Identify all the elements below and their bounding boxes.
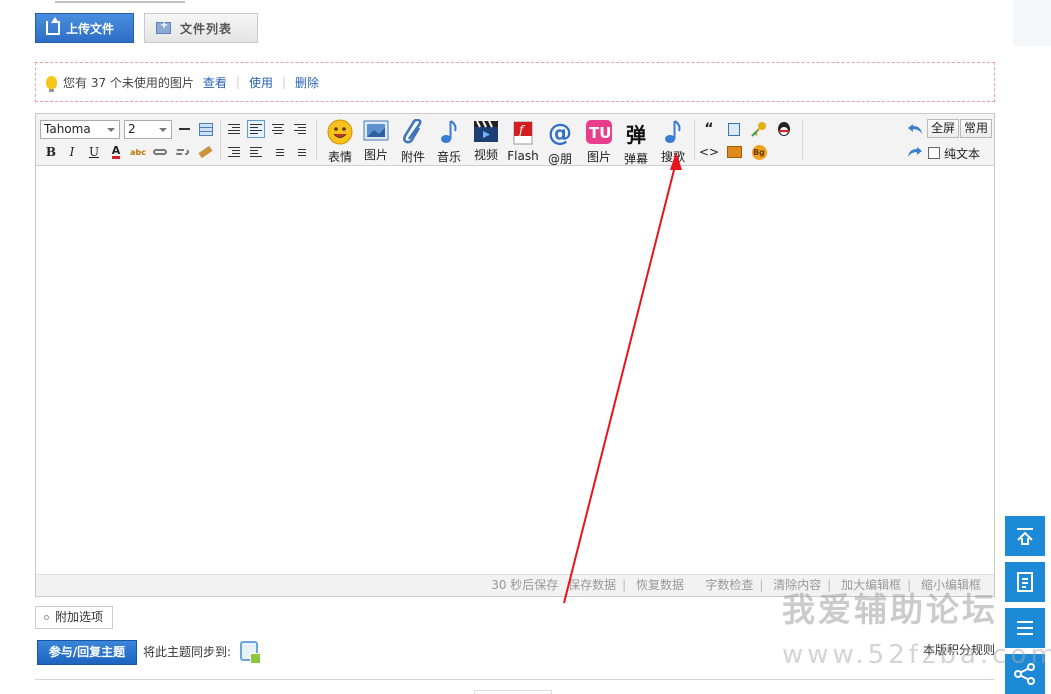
plain-text-checkbox[interactable] bbox=[928, 147, 940, 159]
flash-button[interactable]: f Flash bbox=[505, 119, 541, 163]
clapperboard-icon bbox=[472, 119, 500, 143]
link-icon[interactable] bbox=[151, 143, 169, 161]
common-button[interactable]: 常用 bbox=[960, 119, 993, 138]
use-link[interactable]: 使用 bbox=[243, 74, 279, 91]
reply-submit-button[interactable]: 参与/回复主题 bbox=[37, 640, 137, 665]
background-icon[interactable]: Bg bbox=[750, 143, 768, 161]
delete-link[interactable]: 删除 bbox=[289, 74, 325, 91]
table-icon[interactable] bbox=[197, 120, 215, 138]
bottom-fragment bbox=[474, 690, 552, 694]
mention-friend-button[interactable]: @ @朋 bbox=[542, 119, 578, 166]
additional-options-button[interactable]: 附加选项 bbox=[35, 606, 113, 629]
font-family-select[interactable]: Tahoma bbox=[40, 120, 120, 139]
save-data-link[interactable]: 保存数据 bbox=[565, 578, 619, 592]
top-fragment bbox=[0, 0, 1051, 6]
align-right-icon[interactable] bbox=[291, 120, 309, 138]
unordered-list-icon[interactable] bbox=[291, 143, 309, 161]
key-icon[interactable] bbox=[750, 120, 768, 138]
search-song-button[interactable]: 搜歌 bbox=[655, 119, 691, 164]
document-icon bbox=[1017, 572, 1033, 592]
menu-icon bbox=[1017, 621, 1033, 635]
view-link[interactable]: 查看 bbox=[197, 74, 233, 91]
lightbulb-icon bbox=[46, 75, 57, 92]
quote-icon[interactable]: “ bbox=[700, 120, 718, 138]
emoticon-button[interactable]: 表情 bbox=[322, 119, 358, 164]
float-image-left-icon[interactable] bbox=[225, 143, 243, 161]
music-note-icon bbox=[659, 119, 687, 145]
restore-data-link[interactable]: 恢复数据 bbox=[633, 578, 687, 592]
watermark-title: 我爱辅助论坛 bbox=[782, 590, 998, 629]
unused-images-notice: 您有 37 个未使用的图片 查看 | 使用 | 删除 bbox=[35, 62, 995, 102]
sync-label: 将此主题同步到: bbox=[143, 645, 232, 659]
align-left-icon[interactable] bbox=[247, 120, 265, 138]
danmaku-button[interactable]: 弹 弹幕 bbox=[618, 119, 654, 167]
tu-logo-icon: TU bbox=[585, 119, 613, 145]
quick-reply-button[interactable] bbox=[1005, 562, 1045, 602]
top-right-fragment bbox=[1013, 0, 1051, 46]
autosave-text: 30 秒后保存 bbox=[491, 578, 559, 592]
float-image-right-icon[interactable] bbox=[247, 143, 265, 161]
danmaku-icon: 弹 bbox=[626, 122, 646, 147]
hide-content-icon[interactable] bbox=[725, 143, 743, 161]
file-list-label: 文件列表 bbox=[180, 21, 233, 36]
tu-image-button[interactable]: TU 图片 bbox=[581, 119, 617, 164]
music-button[interactable]: 音乐 bbox=[431, 119, 467, 164]
horizontal-rule-icon[interactable] bbox=[175, 120, 193, 138]
at-sign-icon: @ bbox=[548, 119, 572, 147]
font-size-select[interactable]: 2 bbox=[124, 120, 172, 139]
paperclip-icon bbox=[399, 119, 427, 145]
arrow-up-icon bbox=[1017, 528, 1033, 545]
sync-platform-icon[interactable] bbox=[240, 641, 261, 664]
editor-textarea[interactable] bbox=[36, 167, 994, 575]
folder-icon bbox=[156, 20, 171, 34]
music-note-icon bbox=[435, 119, 463, 145]
underline-button[interactable]: U bbox=[85, 143, 103, 161]
undo-icon[interactable] bbox=[906, 120, 924, 138]
attachment-button[interactable]: 附件 bbox=[395, 119, 431, 164]
align-center-icon[interactable] bbox=[269, 120, 287, 138]
bullet-icon bbox=[44, 615, 49, 620]
clear-format-icon[interactable] bbox=[196, 143, 214, 161]
image-button[interactable]: 图片 bbox=[358, 119, 394, 163]
bold-button[interactable]: B bbox=[42, 143, 60, 161]
upload-file-label: 上传文件 bbox=[66, 21, 115, 36]
notice-text: 您有 37 个未使用的图片 bbox=[63, 75, 194, 90]
qq-icon[interactable] bbox=[775, 120, 793, 138]
plain-text-label: 纯文本 bbox=[944, 147, 981, 161]
divider bbox=[35, 679, 995, 680]
image-icon bbox=[362, 119, 390, 143]
editor-toolbar: Tahoma 2 B I U A abc 表情 图片 附件 音乐 视频 f Fl… bbox=[36, 114, 994, 166]
watermark-url: www.52fzba.com bbox=[782, 640, 1051, 670]
font-color-icon[interactable]: A bbox=[107, 143, 125, 161]
ordered-list-icon[interactable] bbox=[269, 143, 287, 161]
back-to-top-button[interactable] bbox=[1005, 516, 1045, 556]
flash-icon: f bbox=[509, 119, 537, 146]
file-list-tab[interactable]: 文件列表 bbox=[144, 13, 258, 43]
word-count-link[interactable]: 字数检查 bbox=[702, 578, 756, 592]
svg-text:TU: TU bbox=[589, 124, 611, 142]
unlink-icon[interactable] bbox=[173, 143, 191, 161]
code-icon[interactable]: <> bbox=[699, 143, 719, 161]
smiley-icon bbox=[326, 119, 354, 145]
free-block-icon[interactable] bbox=[725, 120, 743, 138]
upload-file-tab[interactable]: 上传文件 bbox=[35, 13, 134, 43]
post-editor: Tahoma 2 B I U A abc 表情 图片 附件 音乐 视频 f Fl… bbox=[35, 113, 995, 597]
fullscreen-button[interactable]: 全屏 bbox=[927, 119, 960, 138]
video-button[interactable]: 视频 bbox=[468, 119, 504, 163]
italic-button[interactable]: I bbox=[63, 143, 81, 161]
upload-icon bbox=[46, 17, 60, 35]
redo-icon[interactable] bbox=[906, 143, 924, 161]
spellcheck-icon[interactable]: abc bbox=[129, 143, 147, 161]
float-left-icon[interactable] bbox=[225, 120, 243, 138]
